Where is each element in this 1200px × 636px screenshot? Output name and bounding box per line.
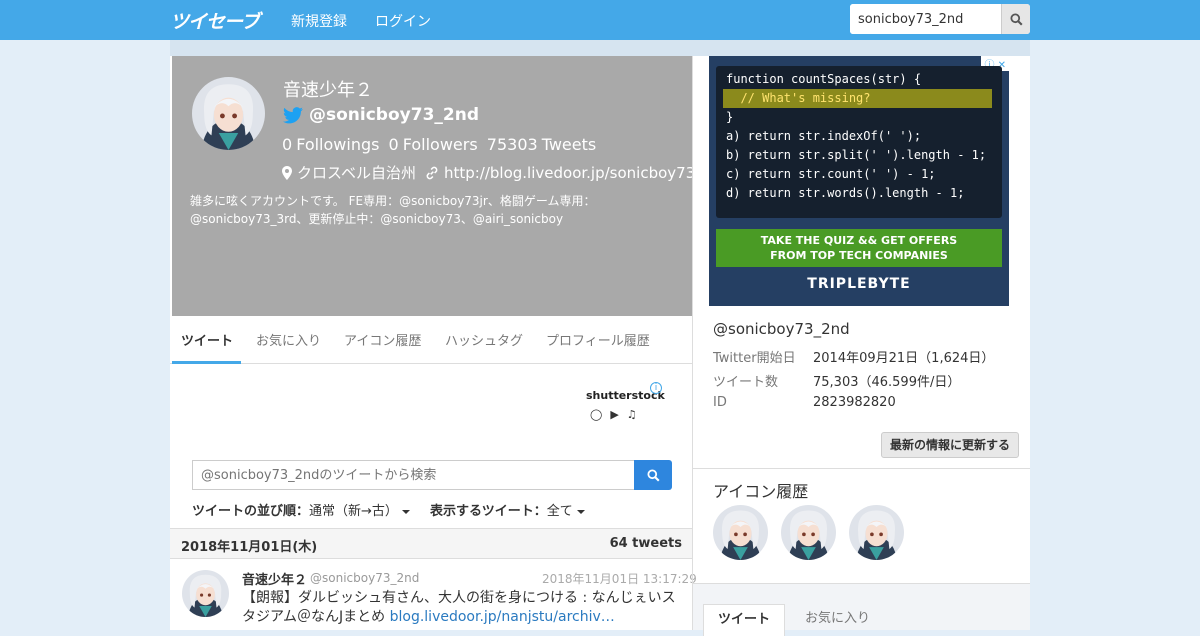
code-line: } (726, 110, 734, 124)
icon-history-avatar[interactable] (713, 505, 768, 560)
sort-order-value: 通常（新→古） (309, 504, 398, 519)
profile-location: クロスベル自治州 (297, 164, 416, 182)
music-icon: ♫ (626, 408, 645, 421)
icon-history-title: アイコン履歴 (713, 482, 809, 501)
info-value: 2823982820 (813, 395, 896, 410)
header-search-button[interactable] (1001, 4, 1030, 34)
ad-info-icon[interactable]: i (650, 382, 662, 394)
camera-icon: ◯ (590, 408, 611, 421)
header-search-input[interactable] (850, 4, 1002, 34)
date-header-date: 2018年11月01日(木) (181, 540, 318, 555)
tab-profile-history[interactable]: プロフィール履歴 (546, 330, 650, 349)
tab-tweets[interactable]: ツイート (181, 330, 233, 349)
profile-tabs: ツイート お気に入り アイコン履歴 ハッシュタグ プロフィール履歴 (170, 316, 692, 364)
profile-name: 音速少年２ (283, 80, 373, 101)
ad-code-block: function countSpaces(str) { // What's mi… (716, 66, 1002, 218)
map-marker-icon (282, 165, 292, 180)
ad-cta-line2: FROM TOP TECH COMPANIES (770, 249, 948, 262)
date-header-count: 64 tweets (609, 536, 682, 551)
tweet-filter-value: 全て (546, 504, 573, 519)
info-value: 75,303（46.599件/日） (813, 375, 961, 390)
profile-url[interactable]: http://blog.livedoor.jp/sonicboy73 (444, 164, 695, 182)
sidebar-divider (692, 468, 1030, 469)
refresh-button[interactable]: 最新の情報に更新する (881, 432, 1019, 458)
active-tab-indicator (172, 361, 241, 364)
profile-handle-row[interactable]: @sonicboy73_2nd (283, 105, 479, 125)
column-divider (692, 56, 693, 630)
main-container: 音速少年２ @sonicboy73_2nd 0 Followings 0 Follo… (170, 56, 1030, 636)
sort-order-label: ツイートの並び順： (192, 504, 310, 519)
info-key: ツイート数 (713, 375, 779, 390)
search-icon (1009, 12, 1023, 26)
tweet-author-handle: @sonicboy73_2nd (310, 571, 420, 585)
followings-count: 0 (282, 135, 293, 154)
caret-down-icon (576, 509, 585, 514)
video-icon: ▶ (610, 408, 627, 421)
login-link[interactable]: ログイン (375, 11, 431, 31)
profile-header: 音速少年２ @sonicboy73_2nd 0 Followings 0 Follo… (172, 56, 695, 316)
site-logo[interactable]: ツイセーブ (170, 7, 260, 34)
profile-bio: 雑多に呟くアカウントです。 FE専用：@sonicboy73jr、格闘ゲーム専用… (190, 194, 596, 226)
info-key: ID (713, 395, 727, 410)
code-line: d) return str.words().length - 1; (726, 186, 965, 200)
top-strip (170, 40, 1030, 56)
tweet-search (192, 460, 672, 490)
tweet-text: 【朗報】ダルビッシュ有さん、大人の街を身につける : なんじぇいスタジアム＠なん… (242, 589, 687, 627)
sort-order-dropdown[interactable]: ツイートの並び順：通常（新→古） (192, 500, 410, 519)
icon-history-avatar[interactable] (849, 505, 904, 560)
tab-hashtags[interactable]: ハッシュタグ (445, 330, 523, 349)
search-icon (646, 468, 660, 482)
twitter-bird-icon (283, 106, 303, 123)
info-value: 2014年09月21日（1,624日） (813, 351, 995, 366)
top-navbar: ツイセーブ 新規登録 ログイン (0, 0, 1200, 40)
tweet-filter-dropdown[interactable]: 表示するツイート：全て (430, 500, 585, 519)
tweet-link[interactable]: blog.livedoor.jp/nanjstu/archiv… (390, 609, 615, 625)
tweets-count: 75303 (486, 135, 538, 154)
profile-handle: @sonicboy73_2nd (309, 105, 479, 125)
sidebar-tab-favorites[interactable]: お気に入り (791, 604, 884, 636)
code-line: b) return str.split(' ').length - 1; (726, 148, 987, 162)
info-key: Twitter開始日 (713, 351, 796, 366)
ad-brand: TRIPLEBYTE (807, 276, 911, 292)
followers-count: 0 (388, 135, 399, 154)
code-line-highlight: // What's missing? (723, 89, 992, 108)
ad-cta-line1: TAKE THE QUIZ && GET OFFERS (760, 234, 958, 247)
profile-stats: 0 Followings 0 Followers 75303 Tweets (282, 135, 600, 154)
header-search (850, 4, 1030, 34)
tab-favorites[interactable]: お気に入り (256, 330, 321, 349)
caret-down-icon (401, 509, 410, 514)
triplebyte-ad[interactable]: ⓘ ✕ function countSpaces(str) { // What'… (709, 56, 1009, 306)
tweets-label: Tweets (541, 135, 597, 154)
tweet-avatar[interactable] (182, 570, 229, 617)
tweet-filter-label: 表示するツイート： (430, 504, 547, 519)
shutterstock-media-icons: ◯▶♫ (590, 408, 645, 421)
tab-icon-history[interactable]: アイコン履歴 (344, 330, 421, 349)
signup-link[interactable]: 新規登録 (291, 11, 347, 31)
date-header: 2018年11月01日(木) 64 tweets (170, 528, 692, 559)
link-icon (426, 166, 438, 179)
icon-history-avatar[interactable] (781, 505, 836, 560)
followers-label: Followers (402, 135, 478, 154)
code-line: function countSpaces(str) { (726, 72, 922, 86)
sidebar-tab-tweets[interactable]: ツイート (703, 604, 786, 636)
code-line: a) return str.indexOf(' '); (726, 129, 922, 143)
profile-location-row: クロスベル自治州 http://blog.livedoor.jp/sonicbo… (282, 162, 695, 183)
sidebar-handle: @sonicboy73_2nd (713, 320, 850, 338)
tweet-search-button[interactable] (634, 460, 672, 490)
ad-cta-button[interactable]: TAKE THE QUIZ && GET OFFERS FROM TOP TECH… (716, 229, 1002, 267)
tweet-author-name: 音速少年２ (242, 573, 308, 588)
profile-avatar[interactable] (192, 77, 265, 150)
tweet-search-input[interactable] (192, 460, 635, 490)
code-line: c) return str.count(' ') - 1; (726, 167, 936, 181)
tweet-timestamp[interactable]: 2018年11月01日 13:17:29 (542, 570, 697, 587)
followings-label: Followings (296, 135, 380, 154)
sidebar-divider (692, 583, 1030, 584)
